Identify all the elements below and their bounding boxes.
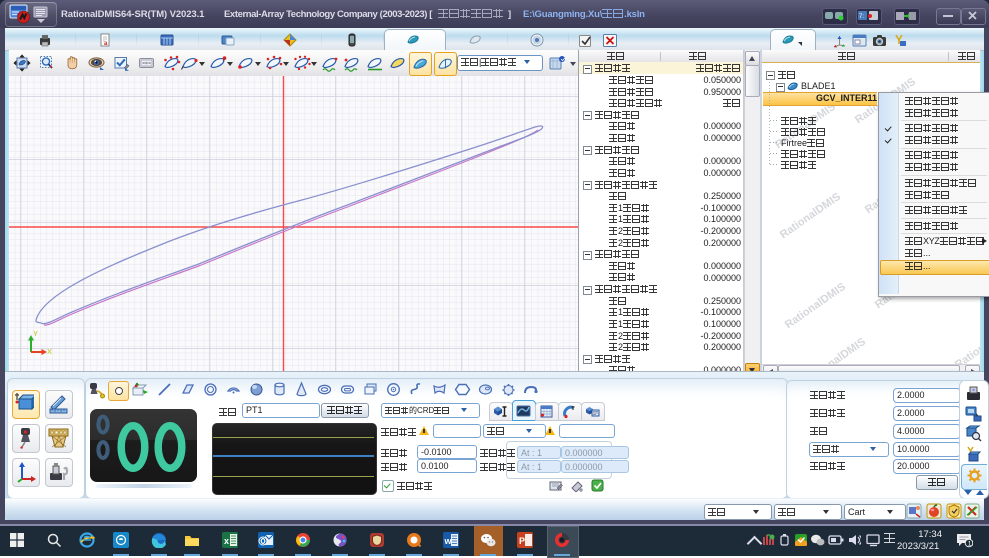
svg-text:X: X (47, 347, 52, 356)
svg-text:1: 1 (968, 541, 972, 548)
svg-text:x: x (224, 536, 229, 546)
svg-text:7:: 7: (859, 14, 864, 20)
svg-text:w: w (444, 536, 453, 546)
svg-text:Y: Y (33, 329, 38, 338)
svg-text:P: P (519, 536, 525, 546)
